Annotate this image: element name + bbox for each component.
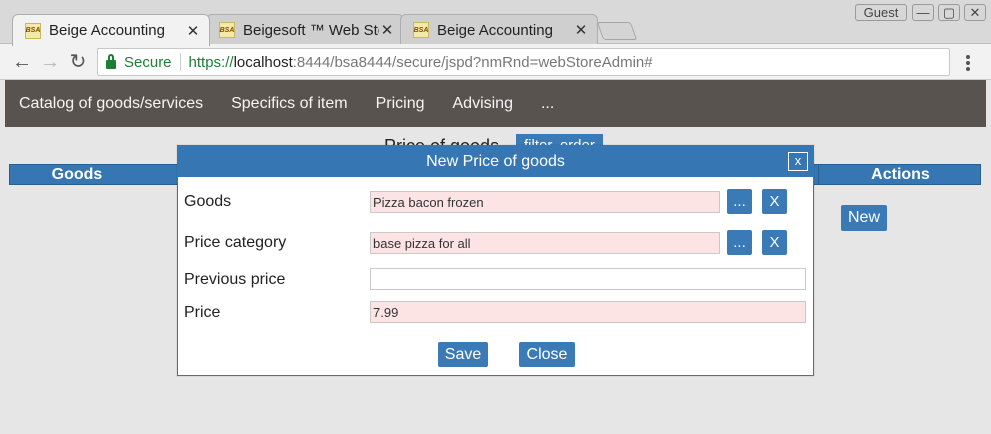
close-button[interactable]: Close xyxy=(519,342,575,367)
browser-menu-icon[interactable] xyxy=(962,53,974,73)
browser-tab-strip: BSA Beige Accounting ✕ BSA Beigesoft ™ W… xyxy=(0,0,991,46)
maximize-icon[interactable]: ▢ xyxy=(938,4,960,21)
previous-price-field[interactable] xyxy=(370,268,806,290)
address-bar[interactable]: Secure https://localhost:8444/bsa8444/se… xyxy=(97,48,950,76)
back-arrow-icon[interactable]: ← xyxy=(11,51,33,73)
bsa-favicon-icon: BSA xyxy=(219,22,235,38)
tab-beige-accounting[interactable]: BSA Beige Accounting ✕ xyxy=(12,14,210,46)
omnibox-separator xyxy=(179,53,181,71)
minimize-icon[interactable]: — xyxy=(912,4,934,21)
goods-field[interactable] xyxy=(370,191,720,213)
lock-icon xyxy=(106,53,116,69)
column-header-goods[interactable]: Goods xyxy=(10,165,144,184)
tab-close-icon[interactable]: ✕ xyxy=(379,21,395,39)
url-scheme: https:// xyxy=(188,53,234,71)
url-path: :8444/bsa8444/secure/jspd?nmRnd=webStore… xyxy=(292,53,653,71)
price-category-clear-button[interactable]: X xyxy=(762,230,787,255)
goods-picker-button[interactable]: ... xyxy=(727,189,752,214)
nav-catalog[interactable]: Catalog of goods/services xyxy=(19,95,203,113)
price-label: Price xyxy=(184,304,221,321)
tab-beigesoft-web-store[interactable]: BSA Beigesoft ™ Web Sto ✕ xyxy=(206,14,404,45)
new-tab-button[interactable] xyxy=(596,22,638,40)
new-price-dialog: New Price of goods x Goods ... X Price c… xyxy=(177,145,814,376)
tab-title: Beige Accounting xyxy=(437,21,553,39)
nav-pricing[interactable]: Pricing xyxy=(376,95,425,113)
goods-clear-button[interactable]: X xyxy=(762,189,787,214)
price-category-label: Price category xyxy=(184,234,287,251)
nav-specifics-of-item[interactable]: Specifics of item xyxy=(231,95,347,113)
nav-more[interactable]: ... xyxy=(541,95,554,113)
column-header-actions: Actions xyxy=(818,165,982,184)
reload-icon[interactable]: ↻ xyxy=(67,51,89,73)
save-button[interactable]: Save xyxy=(438,342,488,367)
secure-label: Secure xyxy=(124,53,172,71)
previous-price-label: Previous price xyxy=(184,271,286,288)
dialog-title: New Price of goods xyxy=(426,153,565,170)
bsa-favicon-icon: BSA xyxy=(25,22,41,39)
tab-title: Beige Accounting xyxy=(49,22,165,39)
tab-close-icon[interactable]: ✕ xyxy=(185,22,201,40)
new-button[interactable]: New xyxy=(841,205,887,231)
nav-advising[interactable]: Advising xyxy=(453,95,513,113)
price-category-picker-button[interactable]: ... xyxy=(727,230,752,255)
forward-arrow-icon[interactable]: → xyxy=(39,51,61,73)
app-navbar: Catalog of goods/services Specifics of i… xyxy=(5,80,986,127)
tab-close-icon[interactable]: ✕ xyxy=(573,21,589,39)
price-field[interactable] xyxy=(370,301,806,323)
dialog-close-icon[interactable]: x xyxy=(788,152,808,171)
dialog-header: New Price of goods x xyxy=(178,146,813,177)
url-host: localhost xyxy=(233,53,293,71)
goods-label: Goods xyxy=(184,193,232,210)
user-profile-badge[interactable]: Guest xyxy=(855,4,907,21)
tab-beige-accounting-2[interactable]: BSA Beige Accounting ✕ xyxy=(400,14,598,45)
tab-title: Beigesoft ™ Web Sto xyxy=(243,21,379,39)
bsa-favicon-icon: BSA xyxy=(413,22,429,38)
close-window-icon[interactable]: ✕ xyxy=(964,4,986,21)
browser-toolbar: ← → ↻ Secure https://localhost:8444/bsa8… xyxy=(0,44,991,80)
price-category-field[interactable] xyxy=(370,232,720,254)
